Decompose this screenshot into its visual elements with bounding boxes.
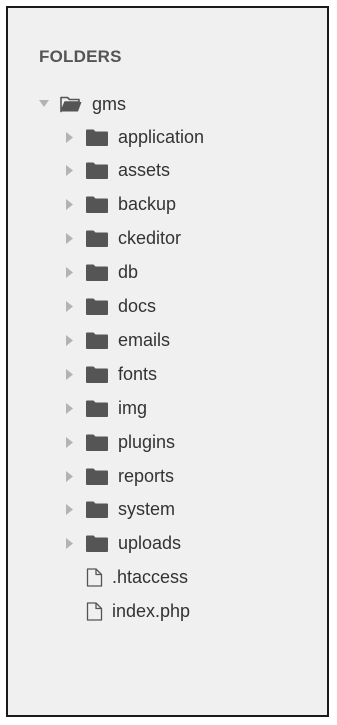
- caret-right-icon[interactable]: [65, 233, 75, 245]
- tree-folder-plugins[interactable]: plugins: [65, 425, 175, 459]
- tree-folder-reports[interactable]: reports: [65, 459, 174, 493]
- tree-folder-uploads[interactable]: uploads: [65, 527, 181, 561]
- tree-folder-backup[interactable]: backup: [65, 188, 176, 222]
- folder-open-icon: [60, 96, 82, 113]
- folder-icon: [86, 264, 108, 282]
- caret-right-icon[interactable]: [65, 301, 75, 313]
- tree-folder-db[interactable]: db: [65, 256, 138, 290]
- tree-folder-system[interactable]: system: [65, 493, 175, 527]
- tree-folder-docs[interactable]: docs: [65, 290, 156, 324]
- caret-right-icon[interactable]: [65, 267, 75, 279]
- folder-icon: [86, 332, 108, 349]
- folder-icon: [86, 298, 108, 315]
- caret-right-icon[interactable]: [65, 368, 75, 380]
- folders-sidebar: FOLDERS gms application assets backup ckedi…: [6, 6, 329, 717]
- folders-header: FOLDERS: [39, 47, 122, 66]
- tree-folder-assets[interactable]: assets: [65, 154, 170, 188]
- caret-right-icon[interactable]: [65, 402, 75, 414]
- folder-icon: [86, 162, 108, 180]
- caret-right-icon[interactable]: [65, 199, 75, 211]
- caret-right-icon[interactable]: [65, 470, 75, 482]
- tree-item-label: system: [118, 499, 176, 520]
- folder-icon: [86, 230, 108, 248]
- tree-file-htaccess[interactable]: .htaccess: [65, 561, 188, 595]
- caret-right-icon[interactable]: [65, 436, 75, 448]
- caret-down-icon[interactable]: [39, 98, 49, 110]
- folder-icon: [86, 400, 108, 417]
- tree-folder-fonts[interactable]: fonts: [65, 357, 157, 391]
- tree-item-label: plugins: [118, 431, 176, 452]
- folder-icon: [86, 501, 108, 519]
- caret-right-icon[interactable]: [65, 131, 75, 143]
- tree-item-label: index.php: [112, 601, 191, 622]
- tree-folder-ckeditor[interactable]: ckeditor: [65, 222, 181, 256]
- tree-item-label: emails: [118, 329, 171, 350]
- tree-folder-application[interactable]: application: [65, 120, 204, 154]
- tree-folder-img[interactable]: img: [65, 391, 147, 425]
- tree-item-label: reports: [118, 465, 175, 486]
- folder-icon: [86, 366, 108, 383]
- tree-item-label: uploads: [118, 533, 182, 554]
- tree-item-label: docs: [118, 296, 157, 316]
- folder-icon: [86, 468, 108, 485]
- tree-item-label: assets: [118, 160, 171, 181]
- tree-folder-emails[interactable]: emails: [65, 323, 170, 357]
- folder-icon: [86, 535, 108, 553]
- tree-item-label: application: [118, 126, 205, 147]
- file-icon: [86, 602, 103, 621]
- tree-item-label: ckeditor: [118, 228, 182, 249]
- folder-icon: [86, 129, 108, 146]
- file-icon: [86, 568, 103, 587]
- folder-icon: [86, 434, 108, 451]
- tree-item-label: gms: [92, 93, 127, 114]
- caret-right-icon[interactable]: [65, 334, 75, 346]
- folder-icon: [86, 196, 108, 214]
- caret-right-icon[interactable]: [65, 165, 75, 177]
- tree-item-gms[interactable]: gms: [39, 87, 126, 121]
- caret-right-icon[interactable]: [65, 504, 75, 516]
- tree-item-label: backup: [118, 194, 177, 215]
- tree-item-label: img: [118, 397, 148, 418]
- tree-file-index-php[interactable]: index.php: [65, 595, 190, 629]
- tree-item-label: db: [118, 262, 139, 283]
- caret-right-icon[interactable]: [65, 538, 75, 550]
- tree-item-label: .htaccess: [112, 567, 189, 588]
- tree-item-label: fonts: [118, 363, 158, 384]
